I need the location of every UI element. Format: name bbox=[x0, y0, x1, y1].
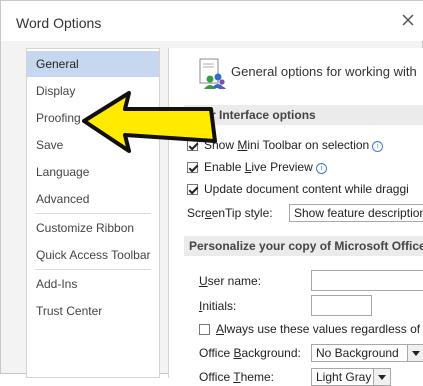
nav-display[interactable]: Display bbox=[27, 78, 159, 104]
live-preview-label[interactable]: Enable Live Preview i bbox=[204, 158, 327, 176]
office-theme-value: Light Gray bbox=[316, 370, 372, 384]
initials-field[interactable] bbox=[311, 295, 372, 316]
live-preview-label-rest: ive Preview bbox=[251, 160, 313, 174]
update-content-checkbox[interactable] bbox=[187, 184, 198, 195]
office-theme-label-accel: T bbox=[233, 370, 241, 384]
office-background-label-rest: ackground: bbox=[241, 346, 301, 360]
title-bar: Word Options bbox=[1, 1, 423, 41]
panel-heading: General options for working with bbox=[231, 64, 417, 79]
office-background-value: No Background bbox=[316, 346, 399, 360]
mini-toolbar-label-prefix: Show bbox=[204, 138, 238, 152]
nav-quick-access-toolbar[interactable]: Quick Access Toolbar bbox=[27, 242, 159, 268]
general-options-icon bbox=[199, 58, 226, 89]
chevron-down-icon[interactable] bbox=[407, 345, 423, 361]
screentip-style-select[interactable]: Show feature description bbox=[289, 204, 423, 222]
nav-divider bbox=[35, 269, 151, 270]
mini-toolbar-checkbox[interactable] bbox=[187, 140, 198, 151]
general-options-panel: General options for working with User In… bbox=[168, 48, 423, 386]
office-theme-label: Office Theme: bbox=[199, 368, 274, 386]
screentip-style-value: Show feature description bbox=[294, 206, 423, 220]
user-name-field[interactable] bbox=[311, 270, 423, 291]
nav-proofing[interactable]: Proofing bbox=[27, 105, 159, 131]
close-icon[interactable] bbox=[397, 9, 419, 31]
word-options-window: Word Options General Display Proofing Sa… bbox=[0, 0, 423, 386]
options-nav: General Display Proofing Save Language A… bbox=[26, 48, 160, 378]
office-background-select[interactable]: No Background bbox=[311, 344, 423, 362]
info-icon: i bbox=[372, 141, 384, 152]
mini-toolbar-label[interactable]: Show Mini Toolbar on selection i bbox=[204, 136, 384, 154]
update-content-label[interactable]: Update document content while draggi bbox=[204, 180, 409, 198]
info-icon: i bbox=[315, 163, 327, 174]
mini-toolbar-label-rest: ini Toolbar on selection bbox=[247, 138, 370, 152]
window-title: Word Options bbox=[16, 15, 102, 31]
live-preview-checkbox[interactable] bbox=[187, 162, 198, 173]
screentip-label-accel: e bbox=[205, 206, 212, 220]
chevron-down-icon[interactable] bbox=[373, 369, 390, 385]
initials-label: Initials: bbox=[199, 297, 236, 315]
office-theme-select[interactable]: Light Gray bbox=[311, 368, 391, 386]
live-preview-label-prefix: Enable bbox=[204, 160, 245, 174]
user-interface-options-heading: User Interface options bbox=[184, 105, 423, 125]
nav-customize-ribbon[interactable]: Customize Ribbon bbox=[27, 215, 159, 241]
office-theme-label-prefix: Office bbox=[199, 370, 234, 384]
nav-add-ins[interactable]: Add-Ins bbox=[27, 271, 159, 297]
always-use-label[interactable]: Always use these values regardless of si bbox=[216, 320, 423, 338]
office-background-label: Office Background: bbox=[199, 344, 301, 362]
office-background-label-prefix: Office bbox=[199, 346, 234, 360]
office-theme-label-rest: heme: bbox=[240, 370, 274, 384]
screentip-label: ScreenTip style: bbox=[187, 204, 273, 222]
nav-language[interactable]: Language bbox=[27, 159, 159, 185]
nav-save[interactable]: Save bbox=[27, 132, 159, 158]
nav-general[interactable]: General bbox=[27, 51, 159, 77]
mini-toolbar-label-accel: M bbox=[237, 138, 248, 152]
initials-label-rest: nitials: bbox=[202, 299, 237, 313]
screentip-label-prefix: Scr bbox=[187, 206, 205, 220]
nav-trust-center[interactable]: Trust Center bbox=[27, 298, 159, 324]
nav-advanced[interactable]: Advanced bbox=[27, 186, 159, 212]
user-name-label-rest: ser name: bbox=[207, 274, 262, 288]
always-use-label-rest: lways use these values regardless of si bbox=[224, 322, 423, 336]
always-use-label-accel: A bbox=[216, 322, 225, 336]
nav-divider bbox=[35, 213, 151, 214]
user-name-label: User name: bbox=[199, 272, 261, 290]
personalize-heading: Personalize your copy of Microsoft Offic… bbox=[184, 236, 423, 256]
always-use-checkbox[interactable] bbox=[199, 324, 210, 335]
screentip-label-rest: enTip style: bbox=[211, 206, 273, 220]
user-name-label-accel: U bbox=[199, 274, 208, 288]
